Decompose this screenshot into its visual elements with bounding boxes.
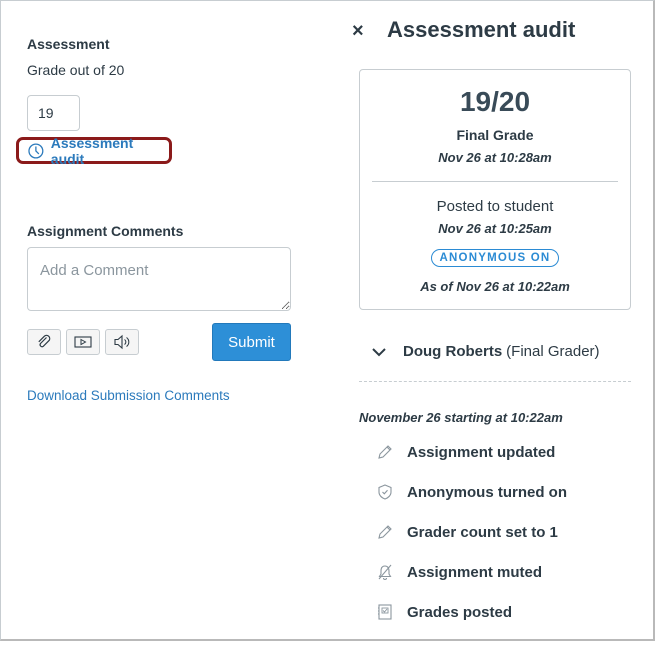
assignment-comments-label: Assignment Comments bbox=[27, 223, 184, 239]
summary-divider bbox=[372, 181, 618, 182]
final-grade-label: Final Grade bbox=[456, 127, 534, 143]
assessment-audit-link[interactable]: Assessment audit bbox=[16, 134, 172, 167]
pencil-icon bbox=[378, 445, 392, 459]
event-label: Anonymous turned on bbox=[407, 483, 567, 501]
shield-icon bbox=[378, 484, 392, 500]
event-item: Assignment updated bbox=[376, 443, 555, 461]
anonymous-on-badge: ANONYMOUS ON bbox=[430, 249, 560, 267]
final-score: 19/20 bbox=[459, 86, 531, 117]
grader-divider bbox=[359, 381, 631, 382]
grade-out-of-label: Grade out of 20 bbox=[27, 62, 125, 78]
paperclip-icon bbox=[38, 334, 51, 348]
event-item: Grader count set to 1 bbox=[376, 523, 558, 541]
event-label: Assignment muted bbox=[407, 563, 543, 581]
muted-bell-icon bbox=[378, 564, 392, 580]
chevron-down-icon bbox=[372, 347, 386, 356]
pencil-icon bbox=[378, 525, 392, 539]
grader-name: Doug Roberts bbox=[403, 343, 503, 360]
download-submission-comments-link[interactable]: Download Submission Comments bbox=[27, 388, 230, 403]
panel-title: Assessment audit bbox=[387, 17, 576, 42]
date-heading: November 26 starting at 10:22am bbox=[359, 410, 563, 425]
event-item: Grades posted bbox=[376, 603, 512, 621]
event-label: Grader count set to 1 bbox=[407, 523, 558, 541]
event-label: Assignment updated bbox=[407, 443, 556, 461]
audio-icon bbox=[114, 334, 130, 350]
close-icon[interactable]: × bbox=[352, 19, 364, 43]
media-comment-button[interactable] bbox=[66, 329, 100, 355]
gradebook-icon bbox=[378, 604, 392, 620]
clock-icon bbox=[28, 142, 44, 159]
final-grade-time: Nov 26 at 10:28am bbox=[438, 150, 552, 165]
comment-input[interactable] bbox=[27, 247, 291, 311]
event-item: Assignment muted bbox=[376, 563, 542, 581]
submit-button[interactable]: Submit bbox=[212, 323, 291, 361]
assessment-audit-link-label: Assessment audit bbox=[50, 134, 134, 167]
audio-comment-button[interactable] bbox=[105, 329, 139, 355]
event-item: Anonymous turned on bbox=[376, 483, 567, 501]
grade-summary-card: 19/20 Final Grade Nov 26 at 10:28am Post… bbox=[359, 69, 631, 310]
grade-input[interactable] bbox=[27, 95, 80, 131]
assessment-label: Assessment bbox=[27, 36, 110, 52]
attach-file-button[interactable] bbox=[27, 329, 61, 355]
grader-toggle[interactable]: Doug Roberts (Final Grader) bbox=[371, 343, 600, 360]
as-of-time: As of Nov 26 at 10:22am bbox=[420, 279, 570, 294]
event-label: Grades posted bbox=[407, 603, 513, 621]
posted-to-student-label: Posted to student bbox=[436, 198, 554, 215]
grader-role: (Final Grader) bbox=[506, 343, 600, 360]
media-icon bbox=[74, 336, 92, 348]
posted-time: Nov 26 at 10:25am bbox=[438, 221, 552, 236]
